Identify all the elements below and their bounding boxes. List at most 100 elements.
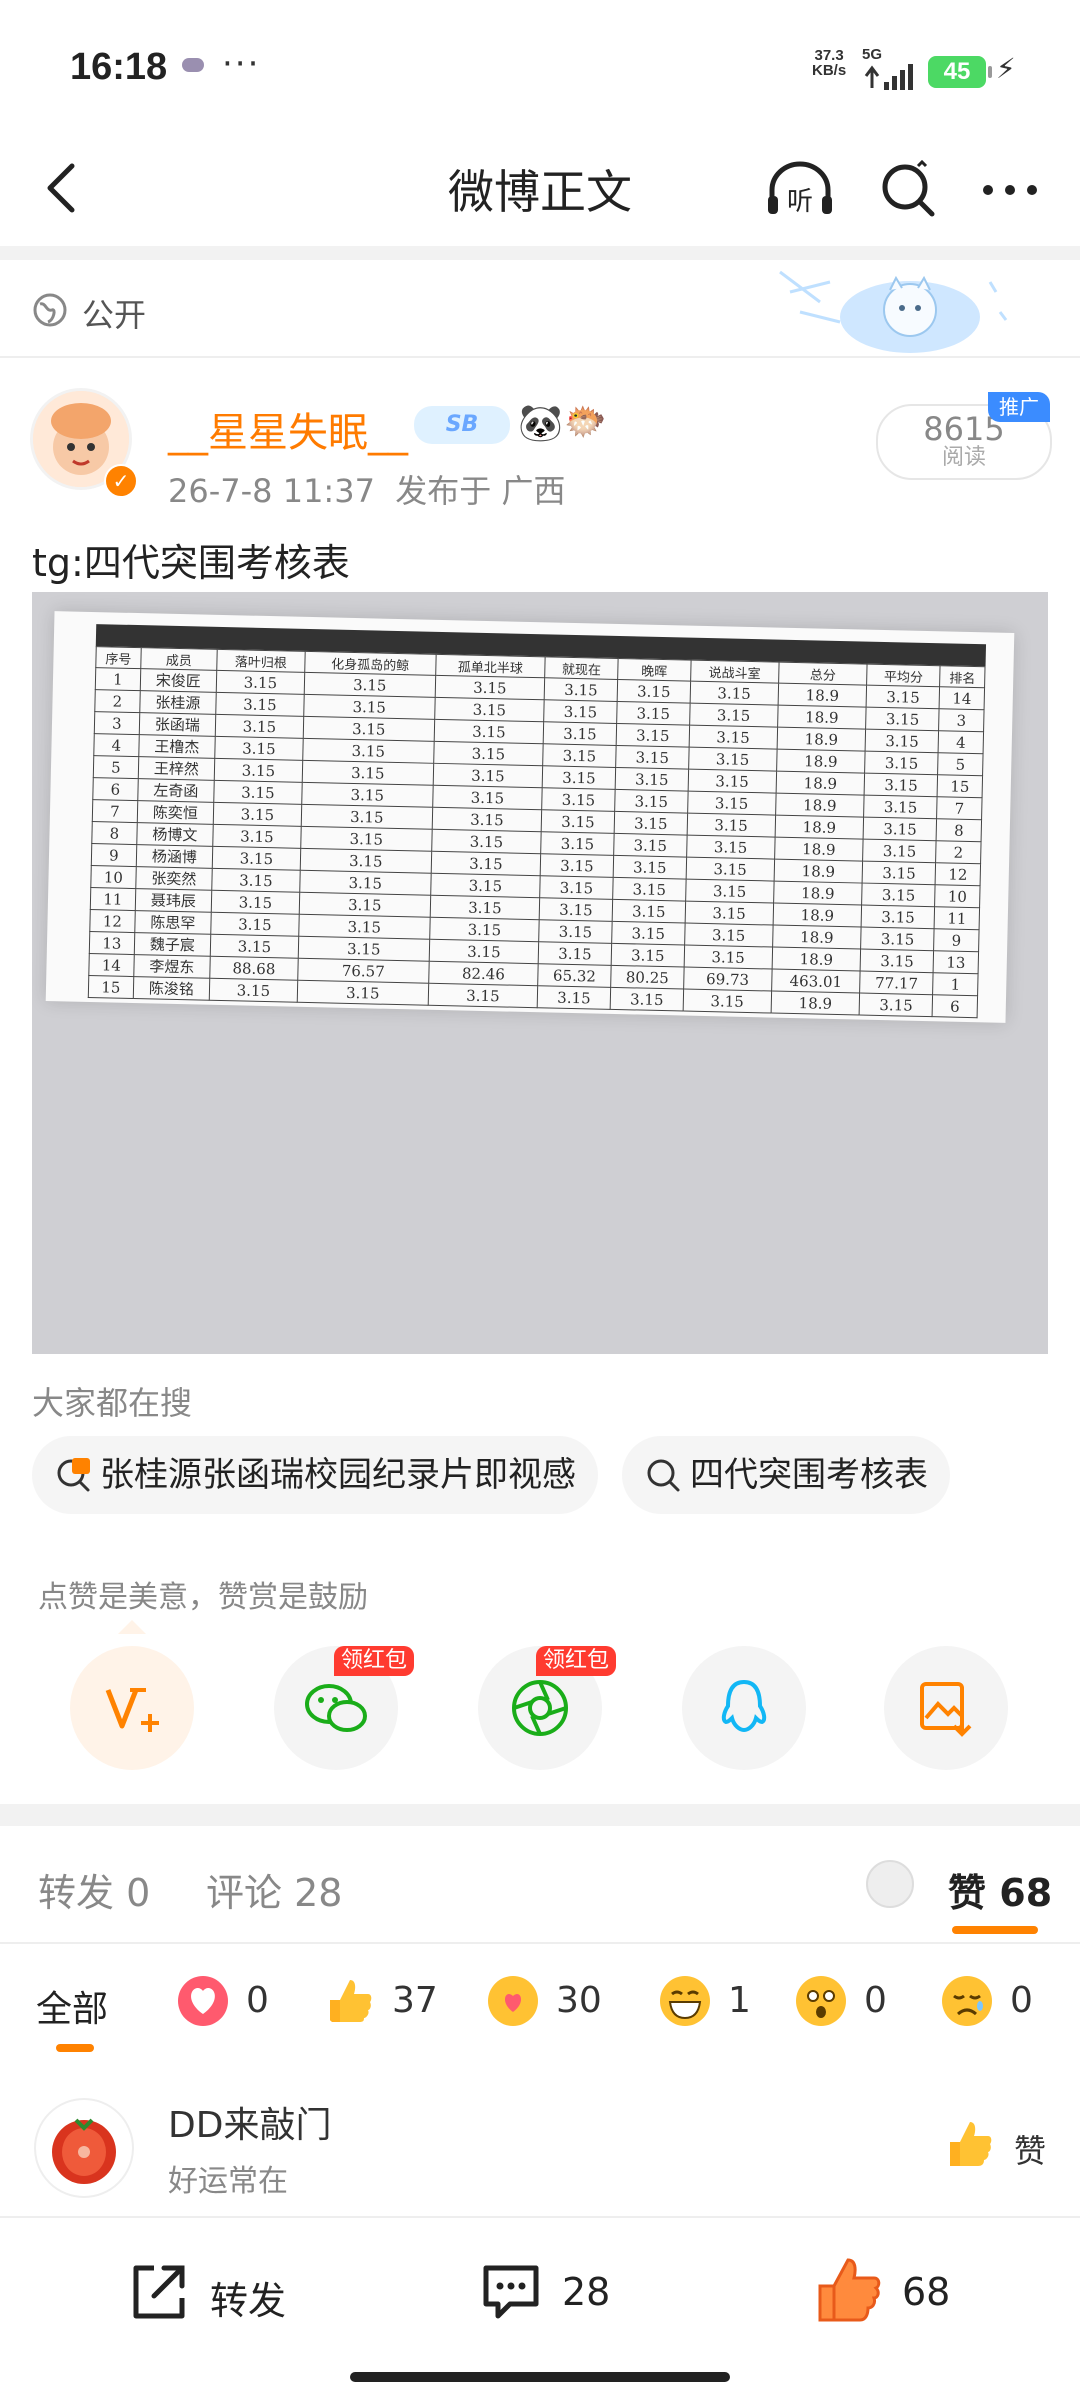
sheet-cell: 18.9	[770, 991, 860, 1016]
save-image-button[interactable]	[884, 1646, 1008, 1770]
sheet-cell: 3.15	[302, 760, 434, 786]
home-indicator	[350, 2372, 730, 2382]
sheet-cell: 3.15	[433, 741, 544, 766]
sheet-cell: 3.15	[684, 923, 773, 948]
sheet-cell: 3.15	[613, 833, 687, 858]
sheet-cell: 3.15	[860, 927, 935, 951]
sheet-cell: 3.15	[687, 769, 777, 794]
sheet-cell: 65.32	[537, 963, 612, 988]
sheet-cell: 3.15	[541, 787, 616, 812]
tab-comments-label: 评论	[206, 1871, 283, 1915]
sheet-cell: 2	[94, 689, 141, 713]
sheet-cell: 3	[94, 711, 140, 735]
signal-icon	[864, 64, 913, 90]
sheet-cell: 6	[92, 777, 139, 801]
sheet-cell: 3.15	[434, 675, 545, 700]
status-more-dots: ···	[222, 44, 261, 84]
sheet-cell: 3.15	[431, 829, 542, 854]
sheet-cell: 3.15	[686, 835, 775, 860]
svg-text:听: 听	[787, 187, 813, 217]
sheet-cell: 3.15	[431, 807, 542, 832]
tab-repost[interactable]: 转发 0	[38, 1862, 150, 1917]
post-photo[interactable]: 序号 成员 落叶归根 化身孤岛的鲸 孤单北半球 就现在 晚晖 说战斗室 总分 平均分 排名 1 宋俊匠 3…	[32, 592, 1048, 1354]
bottom-comment-button[interactable]: 28	[476, 2256, 626, 2326]
sheet-cell: 化身孤岛的鲸	[304, 651, 436, 676]
sheet-cell: 3.15	[861, 905, 935, 929]
sheet-cell: 3.15	[212, 846, 301, 871]
sheet-cell: 3.15	[537, 985, 611, 1010]
sheet-cell: 3.15	[214, 736, 304, 761]
sheet-cell: 3.15	[614, 789, 688, 814]
sheet-cell: 3.15	[539, 897, 613, 922]
trending-search-chip[interactable]: 四代突围考核表	[622, 1436, 950, 1514]
sheet-cell: 77.17	[859, 971, 934, 995]
sheet-cell: 3.15	[859, 993, 933, 1017]
moments-aperture-icon	[512, 1680, 568, 1736]
tab-comments[interactable]: 评论 28	[206, 1862, 342, 1917]
bottom-bar-divider	[0, 2216, 1080, 2218]
sheet-cell: 18.9	[773, 859, 863, 884]
sheet-cell: 3.15	[539, 875, 614, 900]
sheet-cell: 12	[89, 909, 136, 933]
more-options-icon[interactable]	[978, 160, 1042, 220]
sheet-cell: 3.15	[301, 804, 433, 830]
sheet-cell: 3.15	[613, 855, 687, 880]
reaction-filter-all[interactable]: 全部	[36, 1980, 108, 2032]
sheet-cell: 3.15	[682, 989, 772, 1014]
listen-headphones-icon[interactable]: 听	[764, 160, 836, 220]
sheet-cell: 76.57	[297, 958, 429, 984]
sheet-cell: 18.9	[772, 903, 862, 928]
liker-avatar[interactable]	[34, 2098, 134, 2198]
sheet-cell: 5	[937, 752, 984, 776]
sheet-cell: 3.15	[210, 934, 299, 959]
sheet-cell: 3.15	[689, 703, 778, 728]
sheet-cell: 3.15	[685, 879, 774, 904]
bottom-repost-button[interactable]: 转发	[124, 2256, 294, 2326]
sheet-cell: 18.9	[775, 793, 865, 818]
sheet-cell: 69.73	[683, 967, 772, 992]
visibility-label: 公开	[82, 296, 147, 334]
bottom-like-button[interactable]: 68	[814, 2256, 964, 2326]
sheet-cell: 3.15	[863, 795, 938, 819]
sheet-cell: 3.15	[430, 851, 541, 876]
sheet-cell: 3.15	[865, 707, 940, 731]
sheet-cell: 3.15	[433, 719, 544, 744]
liker-name[interactable]: DD来敲门	[168, 2096, 331, 2148]
sheet-cell: 3.15	[214, 758, 303, 783]
sheet-cell: 3.15	[687, 791, 776, 816]
reaction-count: 1	[728, 1980, 751, 2021]
red-packet-badge: 领红包	[536, 1646, 616, 1676]
tabs-divider	[0, 1942, 1080, 1944]
search-icon	[647, 1459, 680, 1492]
sheet-cell: 3.15	[300, 848, 432, 874]
bottom-comment-count: 28	[562, 2270, 611, 2314]
search-icon[interactable]	[878, 160, 938, 220]
verified-v-badge: ✓	[104, 464, 138, 498]
sheet-cell: 王橹杰	[138, 734, 216, 759]
sheet-cell: 3.15	[864, 773, 938, 797]
sheet-cell: 463.01	[771, 969, 861, 994]
tab-likes-count: 68	[999, 1871, 1053, 1915]
sheet-cell: 3.15	[434, 697, 545, 722]
trending-search-label: 大家都在搜	[32, 1384, 193, 1422]
sheet-cell: 82.46	[428, 961, 539, 986]
heart-face-emoji-icon	[488, 1976, 538, 2026]
sheet-cell: 3.15	[543, 699, 618, 724]
sheet-cell: 张奕然	[135, 866, 213, 891]
share-qq-button[interactable]	[682, 1646, 806, 1770]
sheet-cell: 李煜东	[133, 954, 211, 979]
sheet-cell: 杨博文	[136, 822, 214, 847]
sheet-cell: 3.15	[213, 780, 303, 805]
sheet-cell: 3.15	[299, 892, 431, 918]
trending-search-chip[interactable]: 张桂源张函瑞校园纪录片即视感	[32, 1436, 598, 1514]
sheet-cell: 晚晖	[617, 658, 691, 682]
sheet-cell: 3.15	[543, 721, 617, 746]
sheet-cell: 11	[934, 906, 980, 930]
sheet-cell: 聂玮辰	[135, 888, 212, 913]
sheet-cell: 3.15	[540, 853, 614, 878]
reaction-count: 30	[556, 1980, 602, 2021]
author-name[interactable]: __星星失眠__	[168, 400, 408, 458]
reward-button[interactable]	[70, 1646, 194, 1770]
sheet-cell: 3.15	[860, 949, 934, 973]
tab-likes[interactable]: 赞 68	[948, 1862, 1052, 1917]
